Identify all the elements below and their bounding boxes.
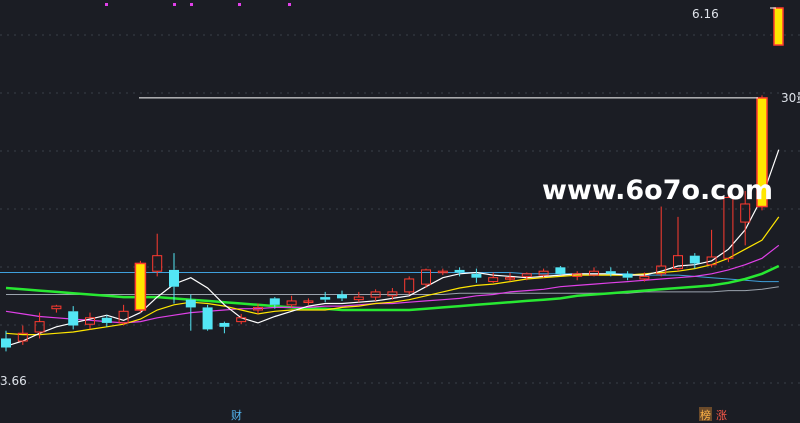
candle	[320, 291, 331, 303]
candle-body	[286, 300, 297, 306]
top-marker-dots	[105, 3, 291, 6]
top-dot	[288, 3, 291, 6]
candle	[101, 315, 112, 327]
candle-body	[605, 271, 616, 274]
candles	[1, 95, 768, 352]
candle-body	[202, 307, 213, 330]
candle	[303, 298, 314, 305]
rise-marker-label: 涨	[716, 409, 727, 422]
candle-body	[404, 278, 415, 293]
candle-body	[521, 273, 532, 277]
candle	[404, 276, 415, 295]
candle-body	[185, 299, 196, 308]
top-dot	[190, 3, 193, 6]
candle	[202, 304, 213, 331]
candle-body	[152, 255, 163, 272]
candle-body	[337, 294, 347, 299]
candle	[286, 295, 297, 308]
low-price-label: 3.66	[0, 374, 27, 388]
rank-marker-label: 榜	[700, 408, 711, 422]
watermark-text: www.6o7o.com	[542, 175, 773, 206]
candle-body	[34, 321, 45, 333]
candle	[68, 306, 79, 330]
candle	[555, 266, 566, 276]
candle	[622, 271, 633, 281]
candle-body	[454, 269, 465, 273]
candle-body	[51, 305, 62, 310]
candle	[169, 253, 179, 304]
top-highlight-bar	[773, 7, 784, 46]
candle	[134, 260, 147, 313]
candle-body	[471, 273, 482, 278]
candle-body	[118, 310, 129, 324]
candle-body	[1, 338, 11, 348]
candle	[51, 304, 62, 313]
candle-body	[740, 203, 751, 223]
candle-body	[68, 311, 79, 326]
top-dot	[105, 3, 108, 6]
candle-body	[219, 322, 230, 327]
stock-chart: 30量能平台 6.16 3.66 www.6o7o.com 财 榜 涨	[0, 3, 800, 422]
candle-body	[269, 298, 280, 305]
candle	[437, 268, 448, 276]
candle-body	[622, 273, 633, 278]
finance-marker-label: 财	[231, 408, 242, 422]
candle	[673, 216, 683, 272]
candle-body	[689, 255, 700, 264]
candle	[152, 233, 163, 277]
grid-lines	[0, 34, 800, 384]
candle-body	[387, 291, 398, 297]
candle	[656, 206, 667, 277]
candle-body-highlight	[134, 262, 147, 311]
candle-body	[169, 269, 179, 287]
candle-body	[488, 277, 499, 283]
top-dot	[238, 3, 241, 6]
candle	[353, 291, 364, 303]
candle	[337, 290, 347, 301]
ma10-line	[5, 216, 780, 336]
candle-body	[639, 275, 650, 280]
candle-body	[555, 267, 566, 274]
candle-body	[353, 296, 364, 301]
top-dot	[173, 3, 176, 6]
candle-body	[101, 317, 112, 323]
candle-body	[538, 270, 549, 276]
volume-platform-label: 30量能平台	[781, 90, 800, 105]
candle	[370, 289, 381, 301]
candle	[589, 267, 599, 277]
candle	[219, 321, 230, 334]
candle	[471, 268, 482, 283]
candle-body	[320, 297, 331, 300]
high-price-label: 6.16	[692, 7, 719, 21]
candle	[689, 253, 700, 269]
